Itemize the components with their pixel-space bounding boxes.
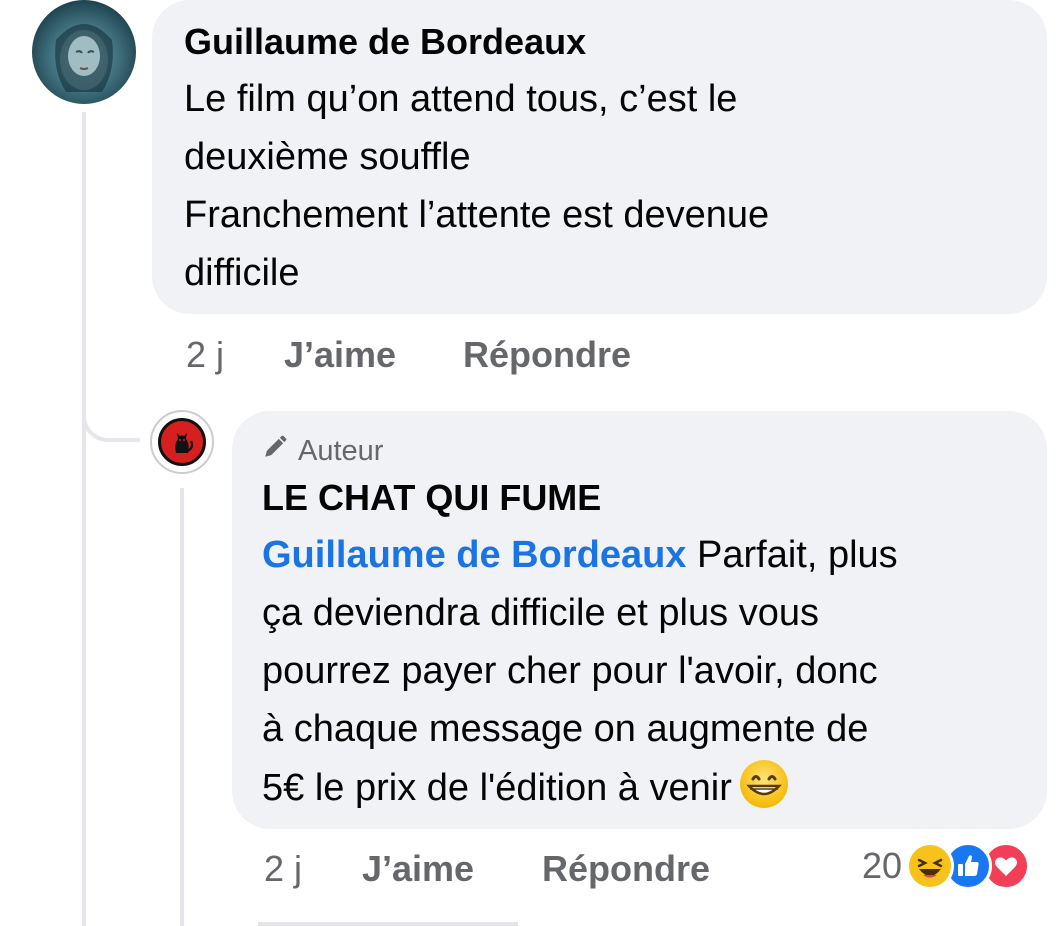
reply-author[interactable]: LE CHAT QUI FUME xyxy=(262,476,601,520)
reply-text-segment: Parfait, plus xyxy=(686,534,898,576)
reply-text-line: pourrez payer cher pour l'avoir, donc xyxy=(262,650,878,692)
comment-text-line: Le film qu’on attend tous, c’est le xyxy=(184,78,738,120)
comment-text-line: Franchement l’attente est devenue xyxy=(184,194,770,236)
reply-timestamp[interactable]: 2 j xyxy=(264,848,302,890)
reply-like-button[interactable]: J’aime xyxy=(362,848,474,890)
like-button[interactable]: J’aime xyxy=(284,334,396,376)
next-item-edge xyxy=(258,922,518,926)
comment-author[interactable]: Guillaume de Bordeaux xyxy=(184,20,586,64)
reply-text-line: à chaque message on augmente de xyxy=(262,708,869,750)
reply-reply-button[interactable]: Répondre xyxy=(542,848,710,890)
comment-text-line: deuxième souffle xyxy=(184,136,471,178)
reply-avatar[interactable] xyxy=(150,410,214,474)
pencil-icon xyxy=(262,434,288,468)
grinning-face-emoji-icon xyxy=(738,758,790,810)
comment-timestamp[interactable]: 2 j xyxy=(186,334,224,376)
reply-text-line: 5€ le prix de l'édition à venir xyxy=(262,758,1032,817)
reply-text-segment: 5€ le prix de l'édition à venir xyxy=(262,767,732,809)
avatar[interactable] xyxy=(32,0,136,104)
reply-button[interactable]: Répondre xyxy=(463,334,631,376)
thread-line xyxy=(82,112,86,926)
reply-text-line: Guillaume de Bordeaux Parfait, plus xyxy=(262,526,1032,584)
author-badge: Auteur xyxy=(262,434,383,468)
reply-connector xyxy=(82,400,140,442)
laughing-reaction-icon xyxy=(906,842,955,890)
mention-link[interactable]: Guillaume de Bordeaux xyxy=(262,534,686,576)
reaction-count: 20 xyxy=(862,845,903,886)
comment-text: Le film qu’on attend tous, c’est le deux… xyxy=(184,70,769,302)
reply-text: Guillaume de Bordeaux Parfait, plus ça d… xyxy=(262,526,1032,817)
reply-text-line: ça deviendra difficile et plus vous xyxy=(262,592,819,634)
reaction-summary[interactable]: 20 xyxy=(862,842,1031,890)
avatar-photo xyxy=(55,24,113,92)
author-badge-label: Auteur xyxy=(298,434,384,467)
comment-thread: Guillaume de Bordeaux Le film qu’on atte… xyxy=(0,0,1059,926)
reply-thread-line xyxy=(180,488,184,926)
cat-logo-icon xyxy=(158,418,206,466)
comment-text-line: difficile xyxy=(184,252,300,294)
